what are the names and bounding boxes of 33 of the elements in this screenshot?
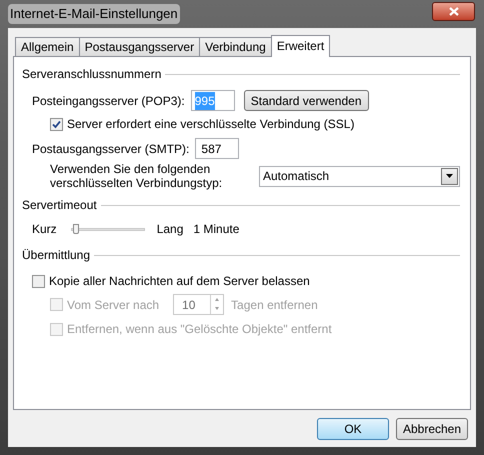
dialog-button[interactable]: Abbrechen bbox=[396, 418, 468, 440]
tab[interactable]: Allgemein bbox=[15, 37, 80, 56]
window-title: Internet-E-Mail-Einstellungen bbox=[8, 4, 180, 24]
field-label: Posteingangsserver (POP3): bbox=[32, 92, 185, 110]
checkbox-label: Vom Server nach bbox=[67, 296, 160, 314]
port-input[interactable]: 587 bbox=[195, 138, 240, 159]
tab[interactable]: Postausgangsserver bbox=[78, 37, 200, 56]
field-label: Postausgangsserver (SMTP): bbox=[32, 140, 190, 158]
checkbox-label: Server erfordert eine verschlüsselte Verbindung (SSL) bbox=[67, 116, 354, 133]
timeout-slider[interactable] bbox=[70, 224, 145, 234]
timeout-reading: 1 Minute bbox=[193, 221, 240, 238]
default-button[interactable]: Standard verwenden bbox=[244, 90, 368, 111]
tab[interactable]: Verbindung bbox=[199, 37, 272, 56]
encryption-dropdown[interactable]: Automatisch bbox=[259, 166, 460, 186]
close-button[interactable] bbox=[432, 2, 475, 20]
selected-text: 995 bbox=[194, 92, 215, 110]
dropdown-arrow-icon bbox=[446, 174, 453, 178]
slider-max-label: Lang bbox=[156, 221, 184, 238]
close-icon bbox=[448, 6, 458, 16]
group-heading: Serveranschlussnummern bbox=[22, 66, 162, 83]
checkbox[interactable] bbox=[32, 274, 45, 288]
checkmark-icon bbox=[52, 120, 61, 128]
slider-thumb[interactable] bbox=[73, 224, 80, 234]
group-heading: Übermittlung bbox=[22, 247, 90, 264]
group-heading: Servertimeout bbox=[22, 197, 97, 214]
field-label: Verwenden Sie den folgenden verschlüsselten Verbindungstyp: bbox=[50, 162, 224, 190]
tab[interactable]: Erweitert bbox=[270, 35, 330, 57]
checkbox[interactable] bbox=[50, 118, 63, 130]
checkbox-label: Entfernen, wenn aus "Gelöschte Objekte" entfernt bbox=[67, 321, 332, 338]
dialog-button[interactable]: OK bbox=[317, 418, 389, 440]
spinner-suffix: Tagen entfernen bbox=[231, 296, 318, 314]
checkbox-label: Kopie aller Nachrichten auf dem Server belassen bbox=[49, 273, 310, 290]
slider-min-label: Kurz bbox=[32, 221, 57, 238]
